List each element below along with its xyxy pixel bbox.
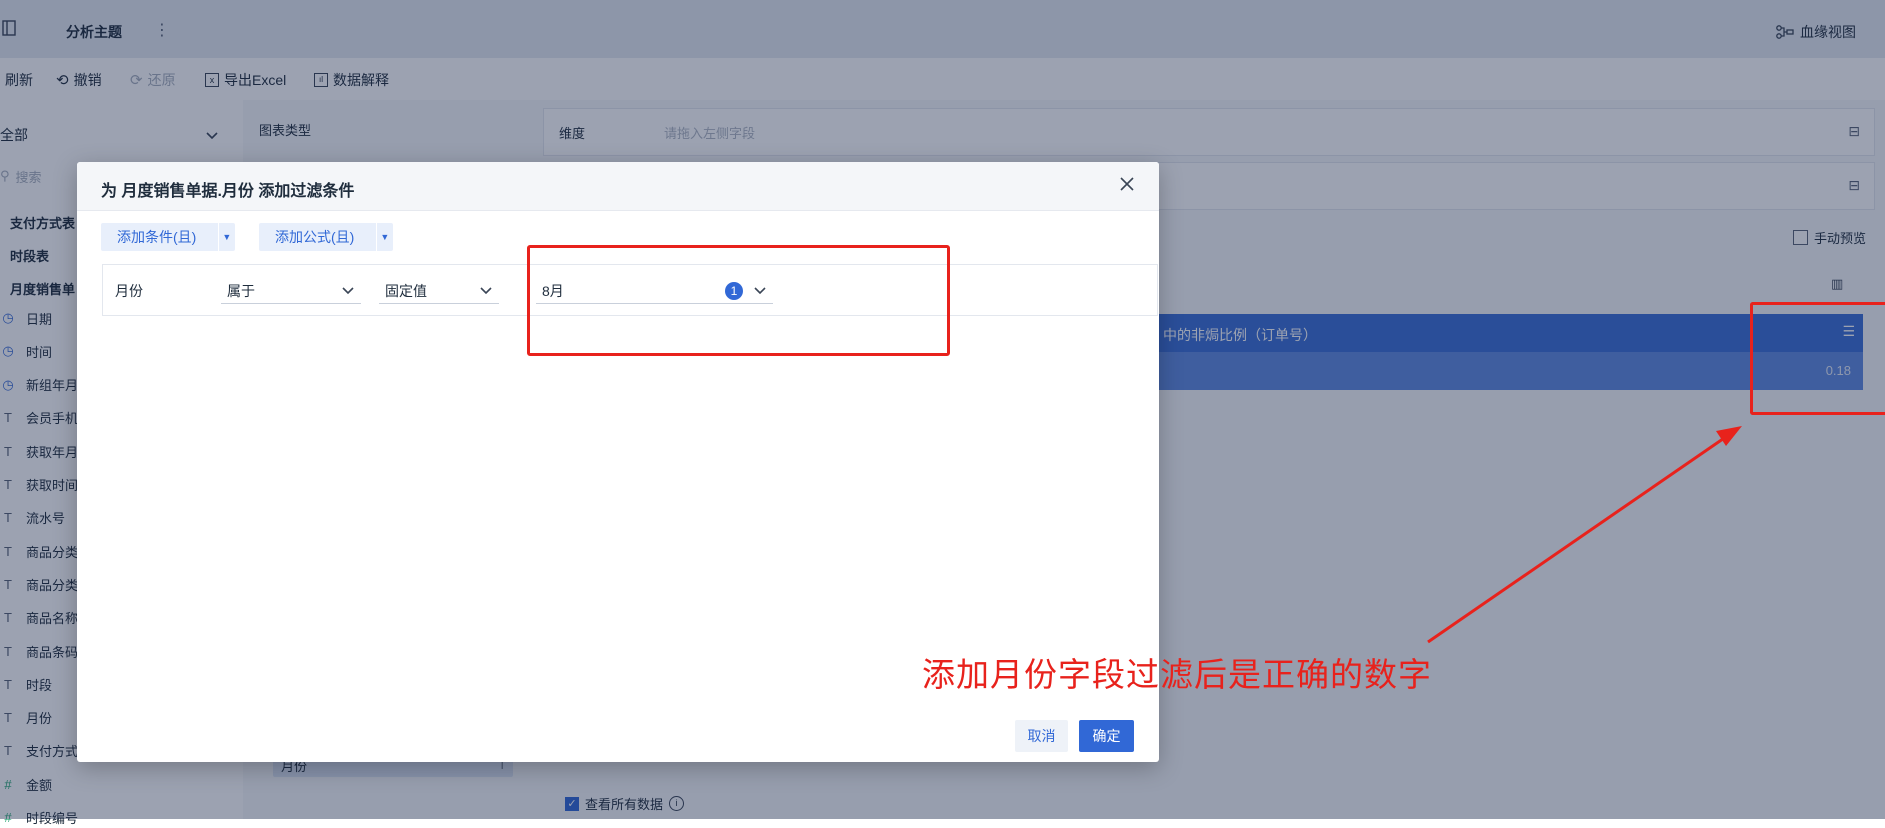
annotation-text: 添加月份字段过滤后是正确的数字 bbox=[922, 656, 1432, 693]
annotation-arrow bbox=[1427, 426, 1742, 644]
